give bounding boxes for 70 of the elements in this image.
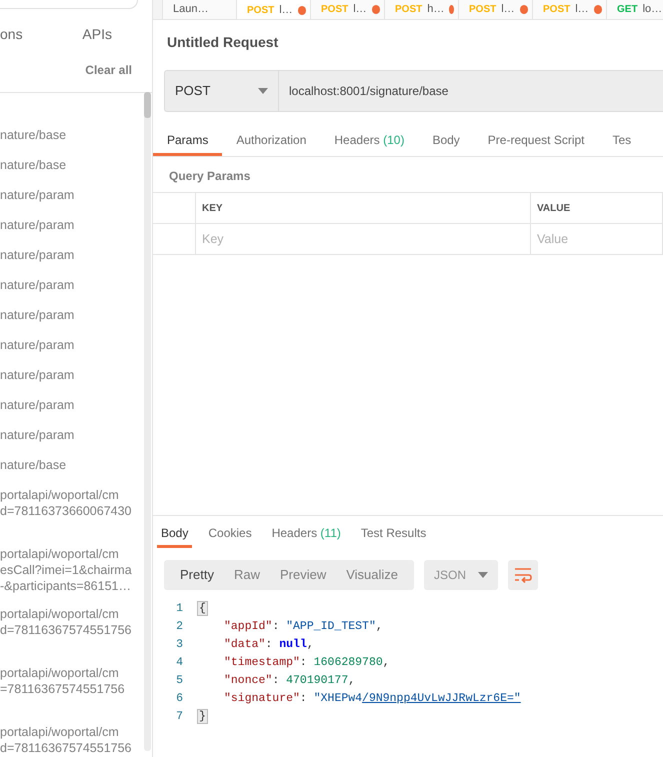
view-mode-button[interactable]: Visualize <box>336 560 408 590</box>
history-item[interactable]: nature/param <box>0 307 152 337</box>
history-item[interactable]: nature/param <box>0 367 152 397</box>
history-item[interactable]: nature/param <box>0 277 152 307</box>
tab[interactable]: Tes <box>598 127 646 156</box>
wrap-button[interactable] <box>508 560 538 590</box>
search-field[interactable] <box>0 0 138 9</box>
history-item[interactable]: nature/param <box>0 247 152 277</box>
request-tab[interactable]: POST l… <box>310 0 384 19</box>
line-number: 2 <box>175 619 184 636</box>
tab[interactable]: Body <box>418 127 474 156</box>
code-line: "appId": "APP_ID_TEST", <box>223 619 383 636</box>
section-title: Query Params <box>169 169 250 183</box>
tab[interactable]: Cookies <box>204 524 256 548</box>
param-input[interactable]: Value <box>531 224 663 255</box>
caret-icon <box>478 572 488 578</box>
request-tab[interactable]: POST l… <box>532 0 606 19</box>
view-mode-button[interactable]: Preview <box>270 560 336 590</box>
request-tab[interactable]: POST l… <box>236 0 310 19</box>
history-item[interactable]: nature/base <box>0 157 152 187</box>
history-item[interactable]: nature/param <box>0 397 152 427</box>
sidebar-tab[interactable]: ons <box>0 24 23 53</box>
history-item[interactable]: nature/param <box>0 337 152 367</box>
tab[interactable]: Pre-request Script <box>474 127 598 156</box>
code-line: "data": null, <box>223 637 314 654</box>
code-line: "signature": "XHEPw4/9N9npp4UvLwJJRwLzr6E=" <box>223 691 521 708</box>
clear-all-link[interactable]: Clear all <box>85 63 132 77</box>
tab[interactable]: Authorization <box>222 127 320 156</box>
tab[interactable]: Body <box>157 524 192 548</box>
line-number: 3 <box>175 637 184 654</box>
tab[interactable]: Params <box>153 127 222 156</box>
history-item[interactable]: nature/param <box>0 187 152 217</box>
column-header: KEY <box>196 193 531 224</box>
request-tab[interactable]: POST l… <box>458 0 532 19</box>
unsaved-dot <box>298 6 306 15</box>
code-line: "timestamp": 1606289780, <box>223 655 390 672</box>
unsaved-dot <box>449 5 454 14</box>
line-number: 6 <box>175 691 184 708</box>
view-mode-button[interactable]: Pretty <box>170 560 224 590</box>
history-item[interactable]: nature/param <box>0 217 152 247</box>
tab[interactable]: Test Results <box>356 524 430 548</box>
request-title: Untitled Request <box>167 34 278 50</box>
history-item[interactable]: nature/base <box>0 127 152 157</box>
sidebar-tab[interactable]: APIs <box>82 24 112 53</box>
view-mode-button[interactable]: Raw <box>224 560 270 590</box>
history-item[interactable]: portalapi/woportal/cm esCall?imei=1&chairma -&participants=86151… <box>0 546 152 606</box>
scrollbar[interactable] <box>144 92 151 751</box>
history-item[interactable]: nature/param <box>0 427 152 457</box>
code-line: "nonce": 470190177, <box>223 673 356 690</box>
line-number: 5 <box>175 673 184 690</box>
format-dropdown[interactable]: JSON <box>424 560 498 590</box>
history-item[interactable]: portalapi/woportal/cm d=78116367574551756 <box>0 724 152 757</box>
param-input[interactable]: Key <box>196 224 531 255</box>
history-item[interactable]: portalapi/woportal/cm d=78116373660067430 <box>0 487 152 546</box>
tab[interactable]: Headers (11) <box>268 524 345 548</box>
unsaved-dot <box>594 5 602 14</box>
history-item[interactable]: portalapi/woportal/cm d=78116367574551756 <box>0 606 152 665</box>
request-tab[interactable]: Laun… <box>162 0 236 19</box>
wrap-lines-icon <box>514 567 532 583</box>
unsaved-dot <box>520 5 528 14</box>
request-tab[interactable]: POST h… <box>384 0 458 19</box>
history-item[interactable]: portalapi/woportal/cm =78116367574551756 <box>0 665 152 724</box>
column-header: VALUE <box>531 193 663 224</box>
history-item[interactable]: nature/base <box>0 457 152 487</box>
line-number: 1 <box>175 601 184 618</box>
tab[interactable]: Headers (10) <box>320 127 418 156</box>
line-number: 7 <box>175 709 184 726</box>
unsaved-dot <box>372 5 380 14</box>
line-number: 4 <box>175 655 184 672</box>
request-tab[interactable]: GET lo… <box>606 0 663 19</box>
